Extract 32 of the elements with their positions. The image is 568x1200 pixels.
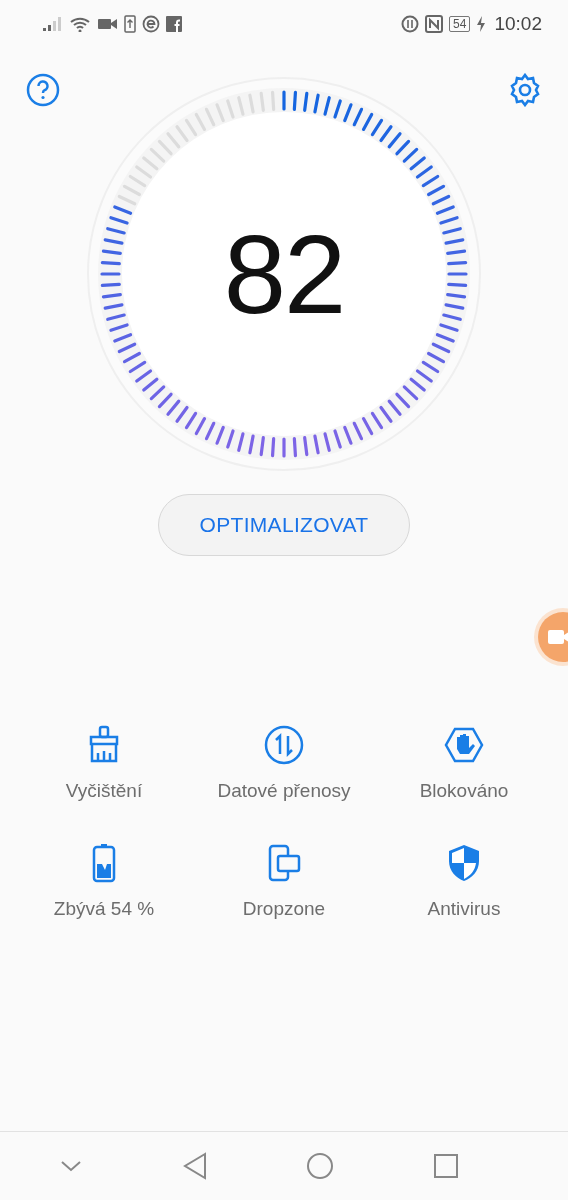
tool-label: Antivirus (427, 898, 501, 920)
tool-shortcut[interactable]: Blokováno (374, 724, 554, 802)
optimize-button[interactable]: OPTIMALIZOVAT (158, 494, 410, 556)
circle-app-icon (142, 15, 160, 33)
charging-icon (476, 16, 487, 32)
tool-shortcut[interactable]: Dropzone (194, 842, 374, 920)
tool-label: Blokováno (419, 780, 509, 802)
phone-upload-icon (124, 15, 136, 33)
video-camera-icon (98, 17, 118, 31)
help-button[interactable] (26, 73, 60, 107)
tool-shortcut[interactable]: Datové přenosy (194, 724, 374, 802)
tool-label: Zbývá 54 % (53, 898, 155, 920)
battery-level: 54 (449, 16, 471, 32)
back-button[interactable] (181, 1152, 208, 1180)
video-camera-icon (548, 628, 568, 646)
tool-label: Dropzone (242, 898, 326, 920)
home-button[interactable] (306, 1152, 335, 1180)
tool-shortcut[interactable]: Antivirus (374, 842, 554, 920)
nfc-icon (425, 15, 444, 33)
data-saver-icon (401, 15, 420, 33)
signal-icon (42, 16, 64, 32)
score-value: 82 (223, 210, 345, 339)
recents-button[interactable] (432, 1153, 459, 1179)
settings-button[interactable] (508, 73, 542, 107)
square-app-icon (166, 16, 182, 32)
arrows-circle-icon (263, 724, 305, 766)
wifi-icon (70, 16, 92, 32)
tool-label: Vyčištění (65, 780, 143, 802)
tool-shortcut[interactable]: Vyčištění (14, 724, 194, 802)
status-time: 10:02 (494, 13, 542, 35)
tool-label: Datové přenosy (217, 780, 351, 802)
tool-shortcut[interactable]: Zbývá 54 % (14, 842, 194, 920)
